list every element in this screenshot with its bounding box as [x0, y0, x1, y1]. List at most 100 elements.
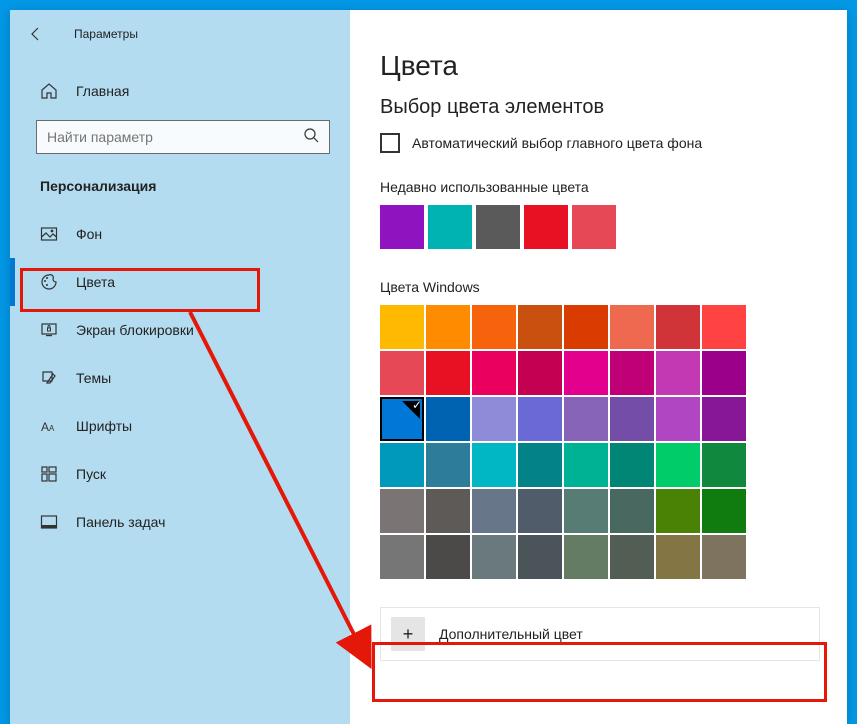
- windows-colors-grid: ✓: [380, 305, 827, 579]
- color-swatch[interactable]: [518, 397, 562, 441]
- titlebar: Параметры: [10, 14, 350, 54]
- color-row: [380, 305, 827, 349]
- color-swatch[interactable]: [702, 351, 746, 395]
- color-row: ✓: [380, 397, 827, 441]
- color-swatch[interactable]: [564, 305, 608, 349]
- color-swatch[interactable]: [610, 397, 654, 441]
- color-swatch[interactable]: [518, 489, 562, 533]
- color-swatch[interactable]: [702, 489, 746, 533]
- sidebar-item-label: Фон: [76, 226, 102, 242]
- recent-color-swatch[interactable]: [428, 205, 472, 249]
- color-swatch[interactable]: [518, 443, 562, 487]
- sidebar-item-lockscreen[interactable]: Экран блокировки: [10, 306, 350, 354]
- window-title: Параметры: [74, 27, 138, 41]
- recent-color-swatch[interactable]: [524, 205, 568, 249]
- themes-icon: [40, 369, 58, 387]
- color-swatch[interactable]: [656, 535, 700, 579]
- auto-accent-checkbox[interactable]: [380, 133, 400, 153]
- color-swatch[interactable]: [472, 489, 516, 533]
- color-swatch[interactable]: [656, 305, 700, 349]
- sidebar-item-fonts[interactable]: AAШрифты: [10, 402, 350, 450]
- page-subheading: Выбор цвета элементов: [380, 96, 827, 119]
- check-icon: ✓: [412, 398, 422, 412]
- color-swatch[interactable]: [610, 489, 654, 533]
- main-content: Цвета Выбор цвета элементов Автоматическ…: [350, 10, 847, 724]
- sidebar-item-label: Панель задач: [76, 514, 165, 530]
- sidebar-item-colors[interactable]: Цвета: [10, 258, 350, 306]
- color-swatch[interactable]: [656, 397, 700, 441]
- color-swatch[interactable]: [472, 305, 516, 349]
- color-row: [380, 535, 827, 579]
- color-swatch[interactable]: [380, 535, 424, 579]
- auto-accent-row: Автоматический выбор главного цвета фона: [380, 133, 827, 153]
- color-swatch[interactable]: [426, 351, 470, 395]
- nav-list: Фон Цвета Экран блокировки Темы AAШрифты Пуск…: [10, 210, 350, 546]
- windows-colors-label: Цвета Windows: [380, 279, 827, 295]
- color-swatch[interactable]: [656, 351, 700, 395]
- search-input-container[interactable]: [36, 120, 330, 154]
- page-heading: Цвета: [380, 50, 827, 82]
- lockscreen-icon: [40, 321, 58, 339]
- color-swatch[interactable]: [426, 489, 470, 533]
- sidebar-item-start[interactable]: Пуск: [10, 450, 350, 498]
- color-swatch[interactable]: [656, 489, 700, 533]
- color-swatch[interactable]: [380, 351, 424, 395]
- color-swatch[interactable]: [426, 397, 470, 441]
- color-swatch[interactable]: [702, 397, 746, 441]
- color-swatch[interactable]: [518, 351, 562, 395]
- arrow-left-icon: [28, 26, 44, 42]
- color-swatch[interactable]: [702, 305, 746, 349]
- color-swatch[interactable]: [426, 535, 470, 579]
- color-swatch[interactable]: [564, 397, 608, 441]
- plus-icon: +: [391, 617, 425, 651]
- color-swatch[interactable]: [518, 305, 562, 349]
- svg-text:A: A: [41, 420, 49, 434]
- recent-colors-label: Недавно использованные цвета: [380, 179, 827, 195]
- section-header: Персонализация: [10, 164, 350, 210]
- color-swatch[interactable]: [564, 351, 608, 395]
- sidebar-item-label: Цвета: [76, 274, 115, 290]
- recent-colors: [380, 205, 827, 249]
- sidebar-item-themes[interactable]: Темы: [10, 354, 350, 402]
- color-swatch[interactable]: [472, 397, 516, 441]
- color-swatch[interactable]: [380, 305, 424, 349]
- search-input[interactable]: [47, 129, 319, 145]
- search-icon[interactable]: [303, 127, 319, 148]
- color-swatch[interactable]: [610, 443, 654, 487]
- settings-window: Параметры Главная Персонализация Фон Цвет…: [10, 10, 847, 724]
- color-swatch[interactable]: [610, 535, 654, 579]
- sidebar-item-taskbar[interactable]: Панель задач: [10, 498, 350, 546]
- recent-color-swatch[interactable]: [572, 205, 616, 249]
- sidebar-item-label: Пуск: [76, 466, 106, 482]
- color-swatch[interactable]: [472, 535, 516, 579]
- color-swatch[interactable]: [610, 351, 654, 395]
- sidebar-item-home[interactable]: Главная: [10, 72, 350, 110]
- sidebar-item-background[interactable]: Фон: [10, 210, 350, 258]
- color-swatch[interactable]: ✓: [380, 397, 424, 441]
- color-swatch[interactable]: [380, 489, 424, 533]
- color-swatch[interactable]: [380, 443, 424, 487]
- taskbar-icon: [40, 513, 58, 531]
- custom-color-button[interactable]: + Дополнительный цвет: [380, 607, 820, 661]
- color-swatch[interactable]: [702, 535, 746, 579]
- back-button[interactable]: [18, 16, 54, 52]
- colors-icon: [40, 273, 58, 291]
- color-swatch[interactable]: [564, 489, 608, 533]
- color-swatch[interactable]: [426, 305, 470, 349]
- color-swatch[interactable]: [610, 305, 654, 349]
- color-swatch[interactable]: [472, 443, 516, 487]
- color-swatch[interactable]: [426, 443, 470, 487]
- home-label: Главная: [76, 83, 129, 99]
- color-swatch[interactable]: [702, 443, 746, 487]
- color-swatch[interactable]: [656, 443, 700, 487]
- home-icon: [40, 82, 58, 100]
- recent-color-swatch[interactable]: [476, 205, 520, 249]
- color-swatch[interactable]: [518, 535, 562, 579]
- color-swatch[interactable]: [472, 351, 516, 395]
- svg-text:A: A: [49, 424, 55, 433]
- recent-color-swatch[interactable]: [380, 205, 424, 249]
- background-icon: [40, 225, 58, 243]
- color-swatch[interactable]: [564, 535, 608, 579]
- sidebar-item-label: Темы: [76, 370, 111, 386]
- color-swatch[interactable]: [564, 443, 608, 487]
